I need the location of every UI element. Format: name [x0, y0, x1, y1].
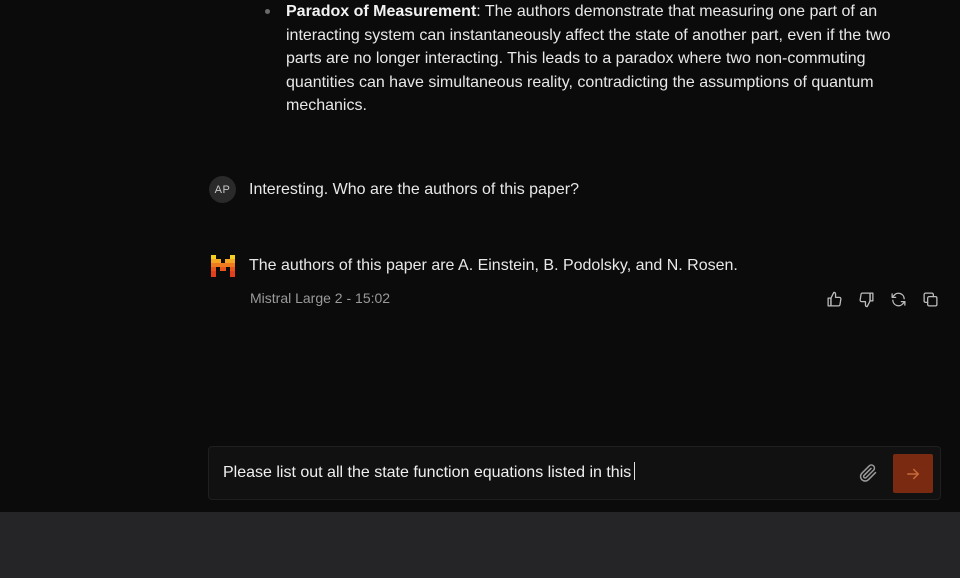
- attach-button[interactable]: [858, 463, 878, 483]
- message-input[interactable]: Please list out all the state function e…: [223, 462, 843, 482]
- send-button[interactable]: [893, 454, 933, 493]
- thumbs-down-icon: [859, 291, 874, 307]
- thumbs-down-button[interactable]: [856, 289, 877, 309]
- bullet-dot: [265, 9, 270, 14]
- regenerate-button[interactable]: [888, 289, 909, 309]
- thumbs-up-button[interactable]: [824, 289, 845, 309]
- copy-button[interactable]: [920, 289, 941, 309]
- arrow-right-icon: [907, 468, 919, 479]
- user-message-text: Interesting. Who are the authors of this…: [249, 180, 579, 198]
- assistant-message-meta: Mistral Large 2 - 15:02: [250, 290, 391, 306]
- user-message: AP Interesting. Who are the authors of t…: [209, 176, 579, 203]
- regenerate-icon: [891, 292, 906, 306]
- avatar: AP: [209, 176, 236, 203]
- thumbs-up-icon: [827, 291, 842, 307]
- footer-bar: [0, 512, 960, 578]
- copy-icon: [923, 291, 938, 307]
- assistant-message-text: The authors of this paper are A. Einstei…: [249, 257, 738, 274]
- chat-area: Paradox of Measurement: The authors demo…: [0, 0, 960, 512]
- mistral-logo-icon: [211, 255, 235, 277]
- message-input-value: Please list out all the state function e…: [223, 464, 632, 481]
- paperclip-icon: [859, 464, 877, 482]
- assistant-message: The authors of this paper are A. Einstei…: [211, 255, 738, 277]
- message-composer: Please list out all the state function e…: [208, 446, 941, 500]
- text-caret: [634, 462, 636, 480]
- previous-answer-bullet: Paradox of Measurement: The authors demo…: [286, 0, 911, 118]
- message-actions: [824, 289, 941, 309]
- bullet-title: Paradox of Measurement: [286, 3, 477, 20]
